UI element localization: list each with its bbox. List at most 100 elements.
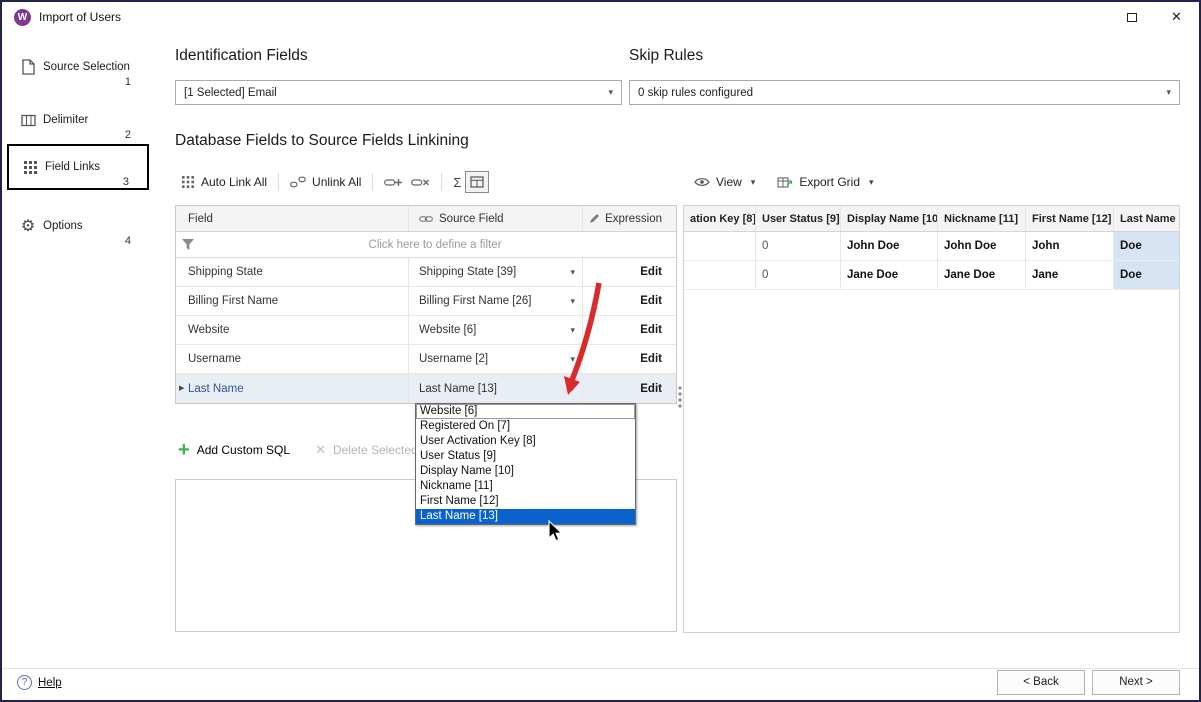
maximize-icon (1127, 13, 1137, 22)
linking-toolbar: Auto Link All Unlink All Σ (177, 168, 489, 196)
field-link-row-selected[interactable]: ▶ Last Name Last Name [13] ▾ Edit (176, 374, 676, 403)
column-header-source-field[interactable]: Source Field (408, 206, 583, 231)
source-field-value: Billing First Name [26] (419, 295, 531, 307)
preview-grid: ation Key [8] User Status [9] Display Na… (683, 205, 1180, 633)
linking-section-title: Database Fields to Source Fields Linkini… (175, 132, 469, 150)
export-grid-button[interactable]: Export Grid ▾ (773, 175, 877, 189)
column-header[interactable]: First Name [12] (1026, 206, 1114, 231)
source-field-dropdown[interactable]: Shipping State [39] ▾ (408, 258, 583, 286)
dropdown-option[interactable]: Registered On [7] (416, 419, 635, 434)
column-header[interactable]: ation Key [8] (684, 206, 756, 231)
edit-expression-link[interactable]: Edit (640, 383, 662, 395)
unlink-icon (290, 176, 306, 188)
import-wizard-window: W Import of Users ✕ Source Selection 1 D… (0, 0, 1201, 702)
dropdown-option[interactable]: User Activation Key [8] (416, 434, 635, 449)
cell: Jane Doe (938, 261, 1026, 289)
add-link-icon[interactable] (380, 176, 407, 189)
dropdown-option[interactable]: Website [6] (416, 404, 635, 419)
source-field-dropdown[interactable]: Website [6] ▾ (408, 316, 583, 344)
edit-expression-link[interactable]: Edit (640, 266, 662, 278)
auto-link-all-button[interactable]: Auto Link All (177, 175, 271, 189)
chevron-down-icon[interactable]: ▾ (570, 296, 582, 307)
unlink-all-button[interactable]: Unlink All (286, 175, 365, 189)
expression-header-label: Expression (605, 213, 662, 225)
identification-fields-dropdown[interactable]: [1 Selected] Email ▾ (175, 80, 622, 105)
add-custom-sql-button[interactable]: Add Custom SQL (197, 443, 290, 457)
skip-rules-dropdown[interactable]: 0 skip rules configured ▾ (629, 80, 1180, 105)
close-button[interactable]: ✕ (1154, 2, 1199, 32)
chevron-down-icon: ▾ (608, 87, 613, 98)
export-icon (777, 176, 793, 189)
source-field-dropdown[interactable]: Username [2] ▾ (408, 345, 583, 373)
preview-row[interactable]: 0 Jane Doe Jane Doe Jane Doe (684, 261, 1179, 290)
chevron-down-icon[interactable]: ▾ (570, 325, 582, 336)
edit-expression-link[interactable]: Edit (640, 324, 662, 336)
pencil-icon (589, 213, 600, 224)
cell: John Doe (841, 232, 938, 260)
dropdown-option-selected[interactable]: Last Name [13] (416, 509, 635, 524)
eye-icon (694, 177, 710, 187)
help-link[interactable]: ? Help (17, 675, 62, 690)
preview-grid-header: ation Key [8] User Status [9] Display Na… (684, 206, 1179, 232)
view-menu-button[interactable]: View ▾ (690, 175, 759, 189)
help-label: Help (38, 677, 62, 689)
skip-rules-title: Skip Rules (629, 47, 703, 65)
window-title: Import of Users (39, 10, 121, 24)
skip-rules-value: 0 skip rules configured (638, 87, 753, 99)
identification-fields-title: Identification Fields (175, 47, 308, 65)
edit-expression-link[interactable]: Edit (640, 295, 662, 307)
preview-toggle-icon[interactable] (465, 171, 489, 193)
source-field-value: Username [2] (419, 353, 488, 365)
column-header-expression[interactable]: Expression (583, 213, 676, 225)
dots-grid-icon (181, 175, 195, 189)
cell: John Doe (938, 232, 1026, 260)
source-field-value: Website [6] (419, 324, 476, 336)
dropdown-option[interactable]: Display Name [10] (416, 464, 635, 479)
cell (684, 261, 756, 289)
field-name: Website (176, 324, 408, 336)
cell: John (1026, 232, 1114, 260)
delete-icon: ✕ (315, 442, 326, 458)
chevron-down-icon[interactable]: ▾ (570, 354, 582, 365)
footer-divider (2, 668, 1199, 669)
edit-expression-link[interactable]: Edit (640, 353, 662, 365)
sidebar-item-field-links[interactable]: Field Links 3 (7, 144, 149, 190)
dropdown-option[interactable]: First Name [12] (416, 494, 635, 509)
step-label: Delimiter (43, 114, 88, 126)
delimiter-icon (19, 111, 37, 129)
sidebar-item-options[interactable]: ⚙ Options 4 (7, 205, 149, 249)
step-label: Source Selection (43, 61, 130, 73)
back-button[interactable]: < Back (997, 670, 1085, 695)
next-button[interactable]: Next > (1092, 670, 1180, 695)
field-link-row[interactable]: Website Website [6] ▾ Edit (176, 316, 676, 345)
chevron-down-icon[interactable]: ▾ (570, 383, 582, 394)
step-label: Options (43, 220, 83, 232)
identification-fields-value: [1 Selected] Email (184, 87, 277, 99)
app-logo-icon: W (14, 9, 31, 26)
field-link-row[interactable]: Billing First Name Billing First Name [2… (176, 287, 676, 316)
dropdown-option[interactable]: Nickname [11] (416, 479, 635, 494)
cell: Jane (1026, 261, 1114, 289)
field-name: Last Name (176, 383, 408, 395)
sidebar-item-source-selection[interactable]: Source Selection 1 (7, 46, 149, 90)
column-header[interactable]: Nickname [11] (938, 206, 1026, 231)
chevron-down-icon[interactable]: ▾ (570, 267, 582, 278)
source-field-dropdown[interactable]: Last Name [13] ▾ (408, 374, 583, 403)
column-header-field[interactable]: Field (176, 213, 408, 225)
grid-icon (21, 158, 39, 176)
column-header[interactable]: Last Name [1 (1114, 206, 1179, 231)
source-field-dropdown[interactable]: Billing First Name [26] ▾ (408, 287, 583, 315)
filter-row[interactable]: Click here to define a filter (176, 232, 676, 258)
field-link-row[interactable]: Username Username [2] ▾ Edit (176, 345, 676, 374)
document-icon (19, 58, 37, 76)
remove-link-icon[interactable] (407, 176, 434, 189)
preview-row[interactable]: 0 John Doe John Doe John Doe (684, 232, 1179, 261)
column-header[interactable]: User Status [9] (756, 206, 841, 231)
dropdown-option[interactable]: User Status [9] (416, 449, 635, 464)
sidebar-item-delimiter[interactable]: Delimiter 2 (7, 99, 149, 143)
maximize-button[interactable] (1109, 2, 1154, 32)
field-link-row[interactable]: Shipping State Shipping State [39] ▾ Edi… (176, 258, 676, 287)
column-header[interactable]: Display Name [10] (841, 206, 938, 231)
step-number: 3 (123, 176, 129, 188)
sigma-icon[interactable]: Σ (449, 175, 465, 190)
